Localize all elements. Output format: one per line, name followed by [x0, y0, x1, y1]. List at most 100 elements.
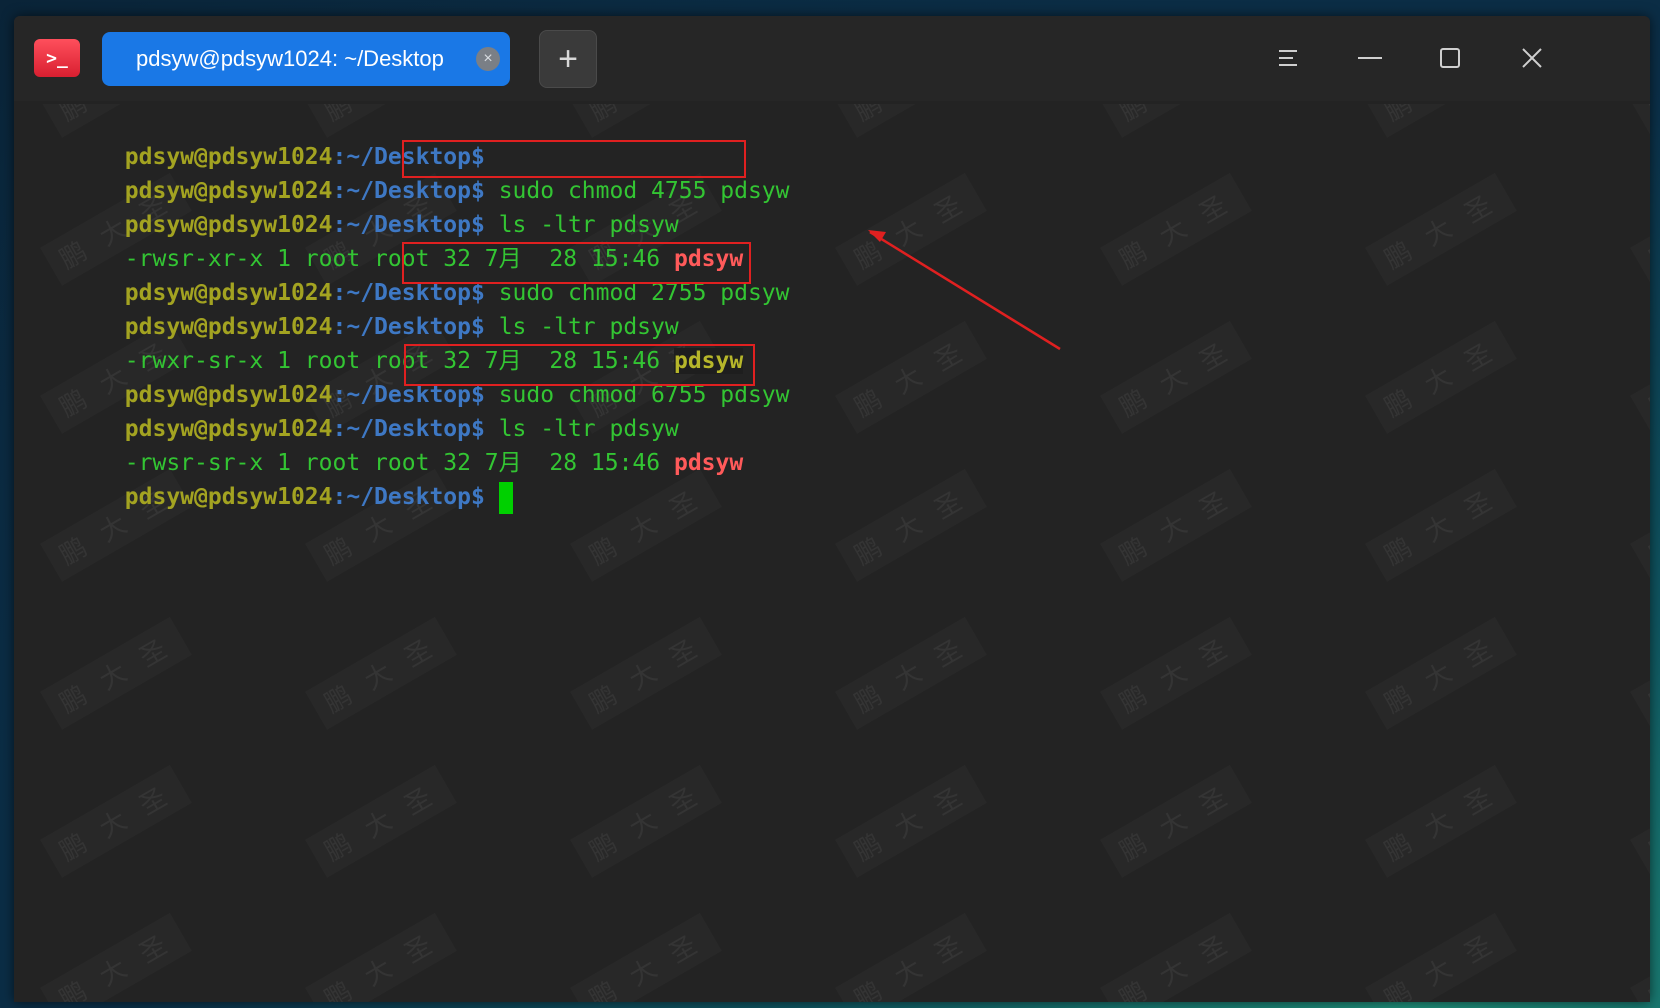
watermark-tile: 鹏大圣 [585, 487, 702, 572]
watermark-char: 鹏 [1645, 237, 1650, 276]
highlight-box-chmod-6755 [404, 344, 755, 386]
terminal-line-output: -rwsr-sr-x 1 root root 32 7月 28 15:46 pd… [14, 412, 743, 476]
watermark-tile: 鹏大圣 [1115, 191, 1233, 276]
watermark-char: 大 [625, 510, 663, 549]
watermark-char: 圣 [1195, 191, 1233, 230]
watermark-tile: 鹏大圣 [850, 487, 968, 572]
terminal-output[interactable]: 鹏大圣鹏大圣鹏大圣鹏大圣鹏大圣鹏大圣鹏大圣鹏大圣鹏大圣鹏大圣鹏大圣鹏大圣鹏大圣鹏… [14, 104, 1650, 1002]
watermark-tile: 鹏大圣 [55, 783, 173, 868]
watermark-tile: 鹏大圣 [1380, 635, 1497, 720]
watermark-tile: 鹏大圣 [55, 931, 172, 1002]
terminal-line-output: -rwxr-sr-x 1 root root 32 7月 28 15:46 pd… [14, 310, 744, 374]
watermark-char: 大 [890, 954, 928, 993]
title-bar: >_ pdsyw@pdsyw1024: ~/Desktop × + [14, 16, 1650, 101]
watermark-char: 鹏 [1645, 681, 1650, 720]
watermark-tile: 鹏大圣 [1115, 104, 1193, 128]
watermark-char: 鹏 [1380, 977, 1418, 1002]
watermark-char: 圣 [1195, 339, 1233, 378]
watermark-tile: 鹏大圣 [1380, 104, 1457, 128]
watermark-char: 鹏 [55, 977, 93, 1002]
watermark-char: 大 [1155, 510, 1193, 549]
terminal-icon[interactable]: >_ [34, 39, 80, 77]
file-name-setuid-setgid: pdsyw [673, 450, 744, 476]
watermark-char: 大 [625, 658, 663, 697]
watermark-char: 圣 [1460, 487, 1498, 526]
watermark-char: 鹏 [1380, 829, 1418, 868]
watermark-char: 圣 [930, 783, 968, 822]
watermark-char: 大 [890, 104, 928, 105]
watermark-char: 大 [360, 104, 398, 105]
watermark-char: 圣 [930, 487, 968, 526]
watermark-char: 大 [1155, 104, 1193, 105]
watermark-char: 圣 [930, 635, 968, 674]
text-cursor [498, 481, 513, 514]
watermark-tile: 鹏大圣 [1645, 533, 1650, 572]
highlight-box-chmod-2755 [402, 242, 751, 284]
watermark-char: 鹏 [1115, 681, 1153, 720]
prompt-user: pdsyw@pdsyw1024 [124, 484, 333, 510]
prompt-separator: : [332, 484, 347, 510]
watermark-char: 鹏 [320, 681, 358, 720]
watermark-tile: 鹏大圣 [850, 931, 967, 1002]
watermark-char: 大 [1420, 658, 1458, 697]
watermark-char: 圣 [665, 635, 703, 674]
watermark-char: 鹏 [1115, 533, 1153, 572]
maximize-icon[interactable] [1430, 38, 1470, 78]
watermark-char: 大 [360, 510, 398, 549]
desktop-background: >_ pdsyw@pdsyw1024: ~/Desktop × + 鹏大圣鹏大圣… [0, 0, 1660, 1008]
watermark-tile: 鹏大圣 [585, 104, 662, 128]
watermark-tile: 鹏大圣 [1115, 783, 1232, 868]
watermark-char: 鹏 [1115, 385, 1153, 424]
watermark-tile: 鹏大圣 [320, 931, 438, 1002]
watermark-tile: 鹏大圣 [1645, 237, 1650, 276]
watermark-char: 鹏 [1380, 104, 1418, 128]
watermark-char: 大 [95, 104, 133, 105]
watermark-tile: 鹏大圣 [850, 783, 968, 868]
tab-close-icon[interactable]: × [476, 47, 500, 71]
watermark-char: 大 [360, 658, 398, 697]
watermark-tile: 鹏大圣 [1380, 487, 1498, 572]
terminal-line-command: pdsyw@pdsyw1024:~/Desktop$ ls -ltr pdsyw [14, 174, 679, 238]
watermark-char: 大 [1155, 658, 1193, 697]
watermark-char: 鹏 [850, 385, 888, 424]
watermark-char: 圣 [665, 783, 703, 822]
watermark-char: 圣 [135, 783, 173, 822]
watermark-char: 大 [625, 954, 663, 993]
watermark-char: 鹏 [585, 829, 623, 868]
watermark-char: 大 [1420, 362, 1458, 401]
watermark-tile: 鹏大圣 [585, 931, 702, 1002]
watermark-char: 鹏 [1380, 681, 1418, 720]
watermark-char: 鹏 [55, 681, 93, 720]
watermark-char: 大 [625, 806, 663, 845]
watermark-char: 大 [1155, 954, 1193, 993]
hamburger-menu-icon[interactable] [1269, 38, 1309, 78]
watermark-tile: 鹏大圣 [850, 635, 968, 720]
watermark-tile: 鹏大圣 [1115, 487, 1232, 572]
new-tab-button[interactable]: + [539, 30, 597, 88]
watermark-tile: 鹏大圣 [1645, 385, 1650, 424]
watermark-char: 大 [890, 362, 928, 401]
watermark-tile: 鹏大圣 [850, 339, 967, 424]
watermark-char: 大 [1155, 214, 1193, 253]
terminal-line-prompt: pdsyw@pdsyw1024:~/Desktop$ [14, 106, 485, 170]
watermark-tile: 鹏大圣 [850, 191, 967, 276]
watermark-char: 鹏 [1115, 829, 1153, 868]
close-icon[interactable] [1512, 38, 1552, 78]
watermark-char: 大 [890, 658, 928, 697]
watermark-char: 圣 [400, 931, 438, 970]
watermark-tile: 鹏大圣 [585, 635, 703, 720]
watermark-char: 圣 [1195, 635, 1233, 674]
watermark-char: 圣 [1195, 931, 1233, 970]
watermark-char: 大 [95, 658, 133, 697]
highlight-box-chmod-4755 [402, 140, 746, 178]
watermark-char: 鹏 [1645, 385, 1650, 424]
watermark-tile: 鹏大圣 [1645, 977, 1650, 1002]
watermark-char: 大 [1420, 806, 1458, 845]
watermark-char: 大 [95, 954, 133, 993]
watermark-char: 鹏 [850, 829, 888, 868]
watermark-char: 鹏 [585, 533, 623, 572]
prompt-dollar: $ [470, 484, 485, 510]
tab-active[interactable]: pdsyw@pdsyw1024: ~/Desktop × [102, 32, 510, 86]
terminal-line-prompt-current: pdsyw@pdsyw1024:~/Desktop$ [14, 446, 513, 514]
minimize-icon[interactable] [1350, 38, 1390, 78]
